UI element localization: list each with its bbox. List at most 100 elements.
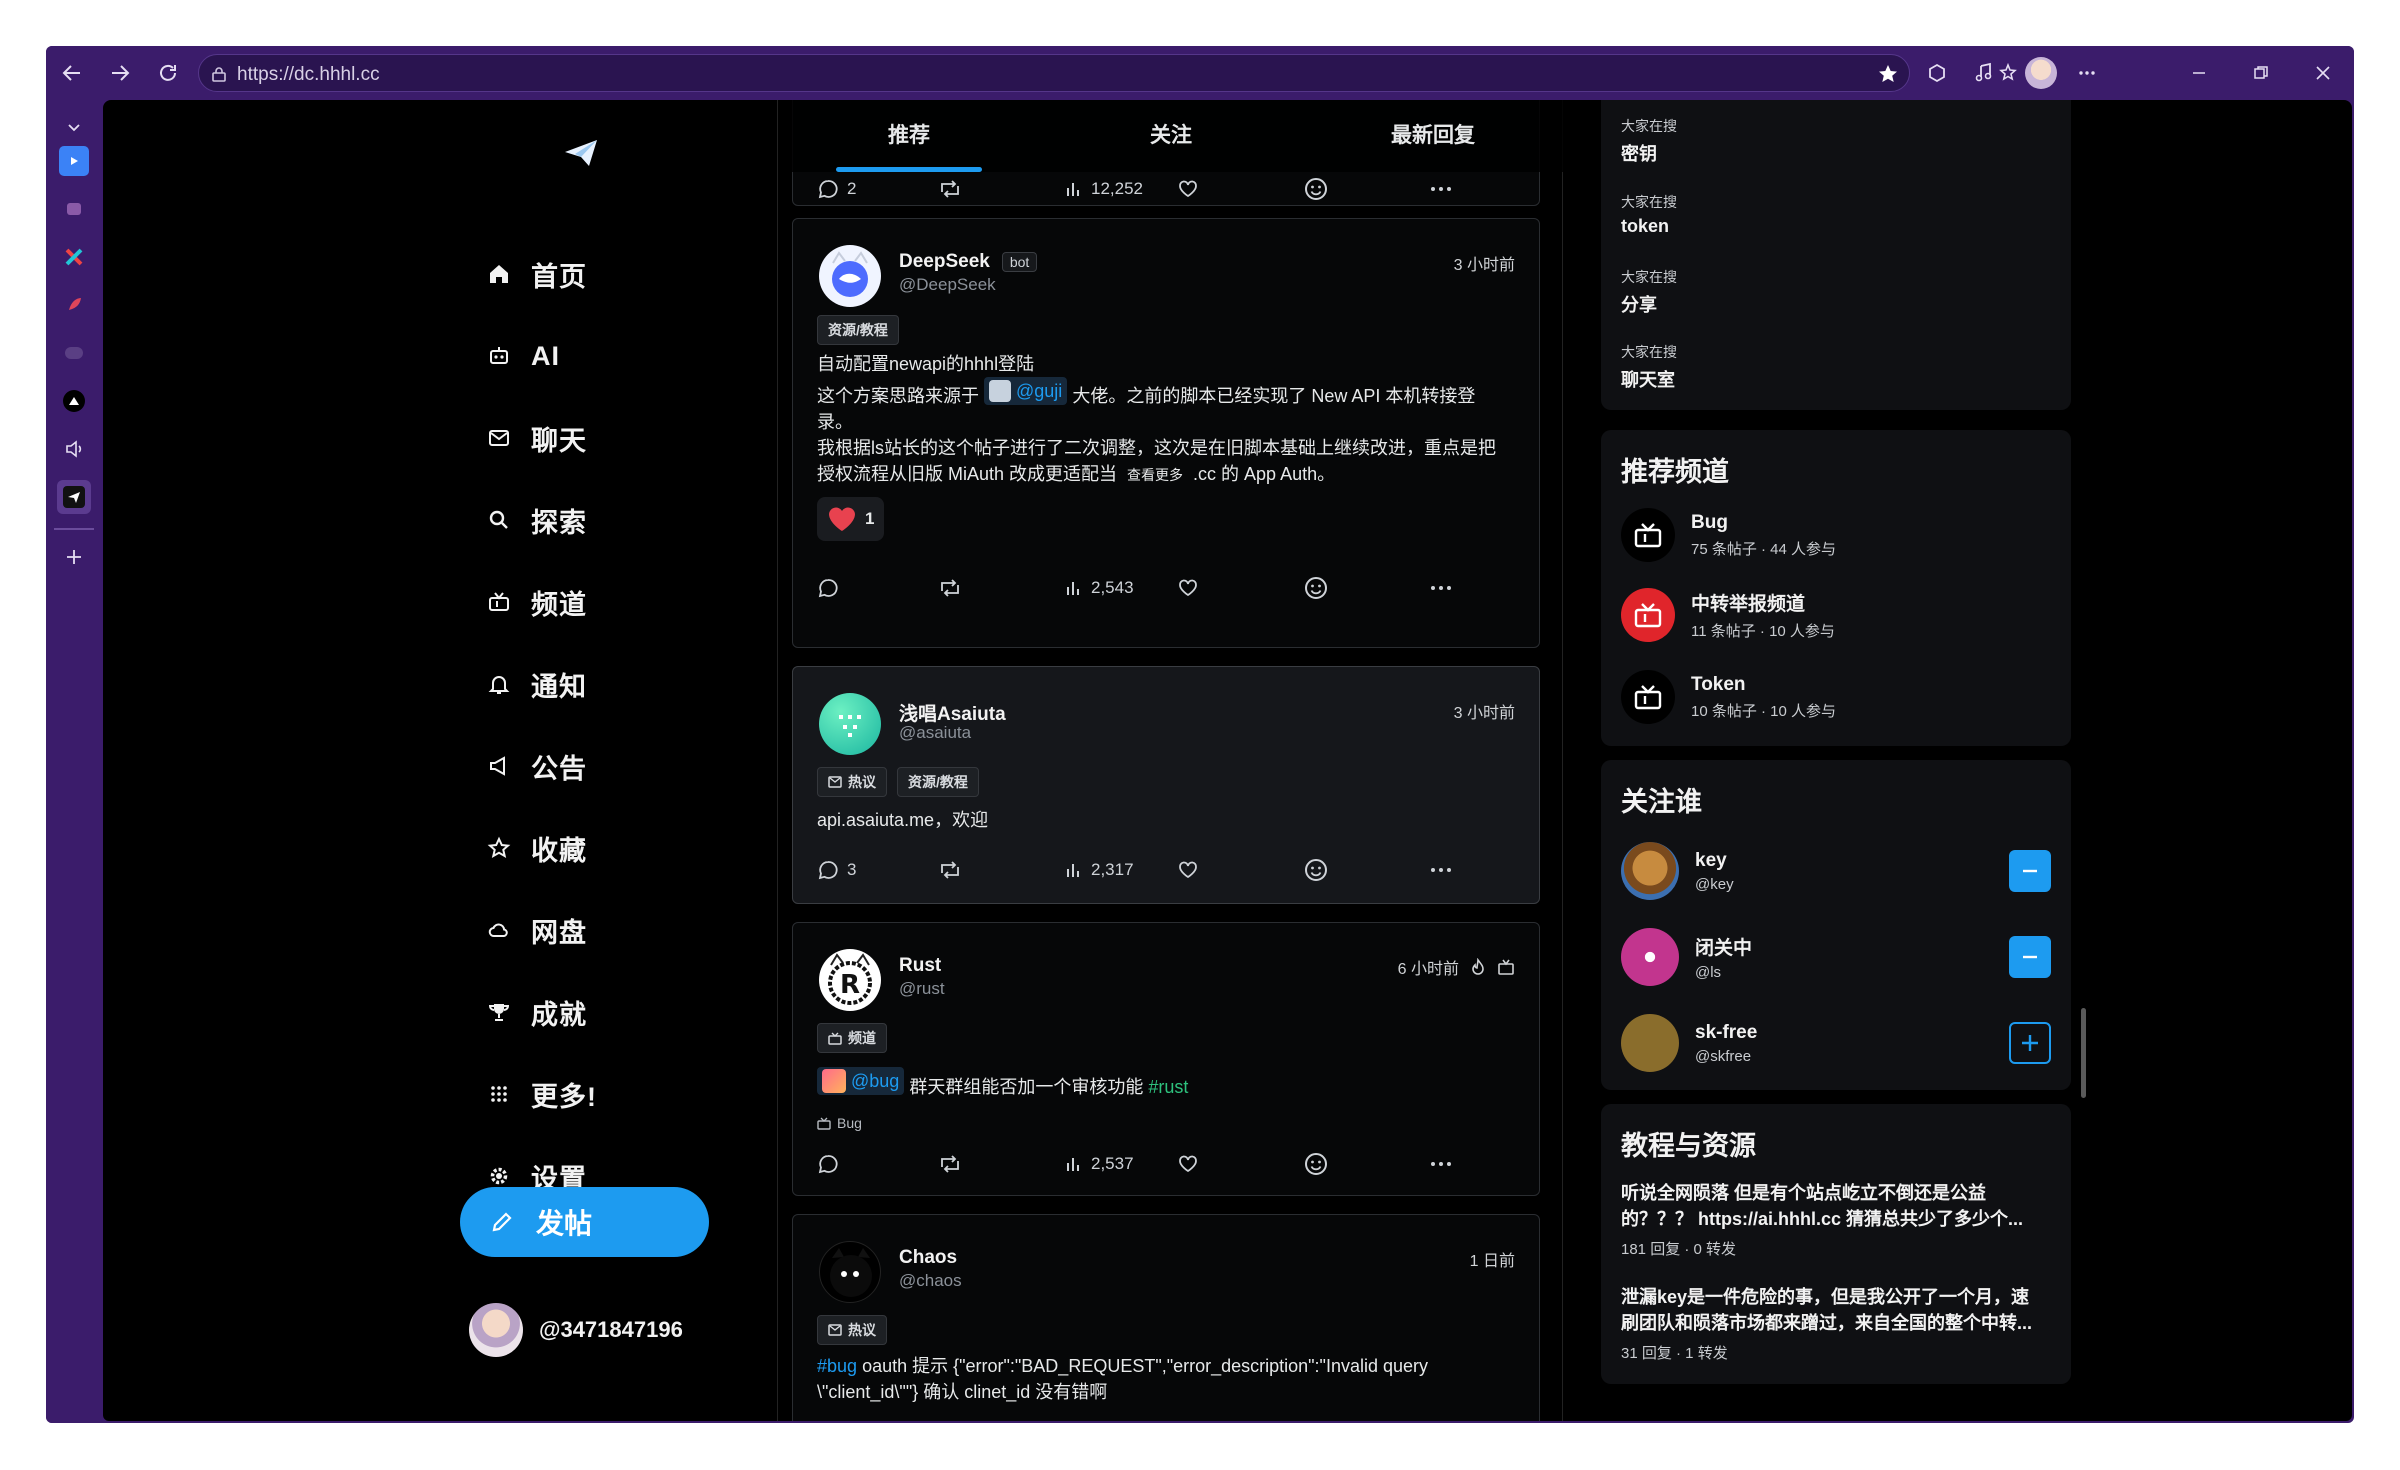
- reply-button[interactable]: [817, 1153, 839, 1175]
- follow-item[interactable]: 闭关中 @ls: [1621, 928, 2051, 986]
- forward-icon[interactable]: [102, 55, 138, 91]
- hashtag-link[interactable]: #rust: [1148, 1077, 1188, 1097]
- scrollbar-thumb[interactable]: [2081, 1008, 2086, 1098]
- repost-button[interactable]: [937, 1153, 963, 1175]
- trend-item[interactable]: 大家在搜 密钥: [1621, 116, 1677, 166]
- tab-favicon-triangle[interactable]: [57, 384, 91, 418]
- post-card-chaos[interactable]: Chaos @chaos 1 日前 热议 #bug oauth 提示 {"err…: [792, 1214, 1540, 1421]
- nav-item-drive[interactable]: 网盘: [485, 902, 745, 958]
- see-more-link[interactable]: 查看更多: [1127, 467, 1183, 483]
- tag-resource[interactable]: 资源/教程: [897, 767, 979, 797]
- trend-item[interactable]: 大家在搜 token: [1621, 192, 1677, 237]
- react-button[interactable]: [1303, 176, 1329, 202]
- current-user[interactable]: @3471847196: [469, 1303, 683, 1357]
- tab-favicon-faded[interactable]: [57, 336, 91, 370]
- follow-item[interactable]: key @key: [1621, 842, 2051, 900]
- tab-favicon-blue[interactable]: [57, 144, 91, 178]
- close-window-icon[interactable]: [2308, 58, 2338, 88]
- tab-following[interactable]: 关注: [1040, 100, 1302, 172]
- nav-item-announcements[interactable]: 公告: [485, 738, 745, 794]
- tab-recommended[interactable]: 推荐: [778, 100, 1040, 172]
- nav-item-ai[interactable]: AI: [485, 328, 745, 384]
- like-button[interactable]: [1177, 1153, 1199, 1175]
- follow-item[interactable]: sk-free @skfree: [1621, 1014, 2051, 1072]
- restore-icon[interactable]: [2246, 58, 2276, 88]
- reply-button[interactable]: 2: [817, 178, 856, 200]
- like-button[interactable]: [1177, 859, 1199, 881]
- nav-item-bookmarks[interactable]: 收藏: [485, 820, 745, 876]
- tab-latest-replies[interactable]: 最新回复: [1302, 100, 1564, 172]
- tab-favicon-cross[interactable]: [57, 240, 91, 274]
- hashtag-link[interactable]: #bug: [817, 1356, 857, 1376]
- tag-hot[interactable]: 热议: [817, 767, 887, 797]
- speaker-icon[interactable]: [57, 432, 91, 466]
- nav-item-explore[interactable]: 探索: [485, 492, 745, 548]
- author-name[interactable]: 浅唱Asaiuta: [899, 699, 1006, 726]
- tab-favicon-rocket[interactable]: [57, 288, 91, 322]
- reply-button[interactable]: [817, 577, 839, 599]
- more-options-icon[interactable]: [1429, 1160, 1453, 1168]
- post-card-asaiuta[interactable]: 浅唱Asaiuta @asaiuta 3 小时前 热议 资源/教程 api.as…: [792, 666, 1540, 904]
- channel-item[interactable]: 中转举报频道 11 条帖子 · 10 人参与: [1621, 588, 1835, 642]
- profile-avatar[interactable]: [2025, 57, 2057, 89]
- channel-item[interactable]: Token 10 条帖子 · 10 人参与: [1621, 670, 1836, 724]
- author-name[interactable]: Chaos: [899, 1247, 957, 1269]
- author-handle[interactable]: @asaiuta: [899, 723, 971, 743]
- unfollow-button[interactable]: [2009, 936, 2051, 978]
- trend-item[interactable]: 大家在搜 分享: [1621, 267, 1677, 317]
- more-options-icon[interactable]: [1429, 866, 1453, 874]
- repost-button[interactable]: [937, 577, 963, 599]
- author-handle[interactable]: @rust: [899, 979, 945, 999]
- nav-item-notifications[interactable]: 通知: [485, 656, 745, 712]
- author-name[interactable]: DeepSeek bot: [899, 251, 1038, 273]
- repost-button[interactable]: [937, 178, 963, 200]
- minimize-icon[interactable]: [2184, 58, 2214, 88]
- scrollbar[interactable]: [2077, 100, 2089, 1421]
- paper-plane-logo-icon[interactable]: [563, 138, 599, 168]
- author-name[interactable]: Rust: [899, 955, 941, 977]
- unfollow-button[interactable]: [2009, 850, 2051, 892]
- more-menu-icon[interactable]: [2072, 58, 2102, 88]
- nav-item-chat[interactable]: 聊天: [485, 410, 745, 466]
- author-handle[interactable]: @DeepSeek: [899, 275, 996, 295]
- collapse-tabs-icon[interactable]: [57, 110, 91, 144]
- resource-item[interactable]: 听说全网陨落 但是有个站点屹立不倒还是公益 的？？？ https://ai.hhh…: [1621, 1180, 2051, 1259]
- refresh-icon[interactable]: [150, 55, 186, 91]
- like-button[interactable]: [1177, 178, 1199, 200]
- repost-button[interactable]: [937, 859, 963, 881]
- more-options-icon[interactable]: [1429, 584, 1453, 592]
- nav-item-channels[interactable]: 频道: [485, 574, 745, 630]
- more-options-icon[interactable]: [1429, 185, 1453, 193]
- nav-item-home[interactable]: 首页: [485, 246, 745, 302]
- tag-resource[interactable]: 资源/教程: [817, 315, 899, 345]
- url-text[interactable]: https://dc.hhhl.cc: [237, 64, 380, 86]
- extension-icon[interactable]: [1922, 58, 1952, 88]
- react-button[interactable]: [1303, 857, 1329, 883]
- tag-hot[interactable]: 热议: [817, 1315, 887, 1345]
- favorite-star-icon[interactable]: [1877, 63, 1899, 85]
- favorites-icon[interactable]: [1994, 58, 2024, 88]
- tag-channel[interactable]: 频道: [817, 1023, 887, 1053]
- address-bar[interactable]: https://dc.hhhl.cc: [198, 54, 1910, 92]
- react-button[interactable]: [1303, 1151, 1329, 1177]
- reaction-pill[interactable]: 1: [817, 497, 885, 541]
- channel-link[interactable]: Bug: [817, 1115, 862, 1131]
- back-icon[interactable]: [54, 55, 90, 91]
- resource-item[interactable]: 泄漏key是一件危险的事，但是我公开了一个月，速 刷团队和陨落市场都来蹭过，来自全…: [1621, 1284, 2051, 1363]
- nav-item-achievements[interactable]: 成就: [485, 984, 745, 1040]
- react-button[interactable]: [1303, 575, 1329, 601]
- tab-favicon-active[interactable]: [57, 480, 91, 514]
- trend-item[interactable]: 大家在搜 聊天室: [1621, 342, 1677, 392]
- reply-button[interactable]: 3: [817, 859, 856, 881]
- follow-button[interactable]: [2009, 1022, 2051, 1064]
- post-card-rust[interactable]: R Rust @rust 6 小时前 频道 @bug 群天群组能否加一个审核功能…: [792, 922, 1540, 1196]
- like-button[interactable]: [1177, 577, 1199, 599]
- new-tab-icon[interactable]: [57, 540, 91, 574]
- channel-item[interactable]: Bug 75 条帖子 · 44 人参与: [1621, 508, 1836, 562]
- mention-guji[interactable]: @guji: [984, 377, 1068, 405]
- nav-item-more[interactable]: 更多!: [485, 1066, 745, 1122]
- post-card-deepseek[interactable]: DeepSeek bot @DeepSeek 3 小时前 资源/教程 自动配置ne…: [792, 218, 1540, 648]
- compose-post-button[interactable]: 发帖: [460, 1187, 709, 1257]
- tab-favicon-robot[interactable]: [57, 192, 91, 226]
- mention-bug[interactable]: @bug: [817, 1067, 905, 1095]
